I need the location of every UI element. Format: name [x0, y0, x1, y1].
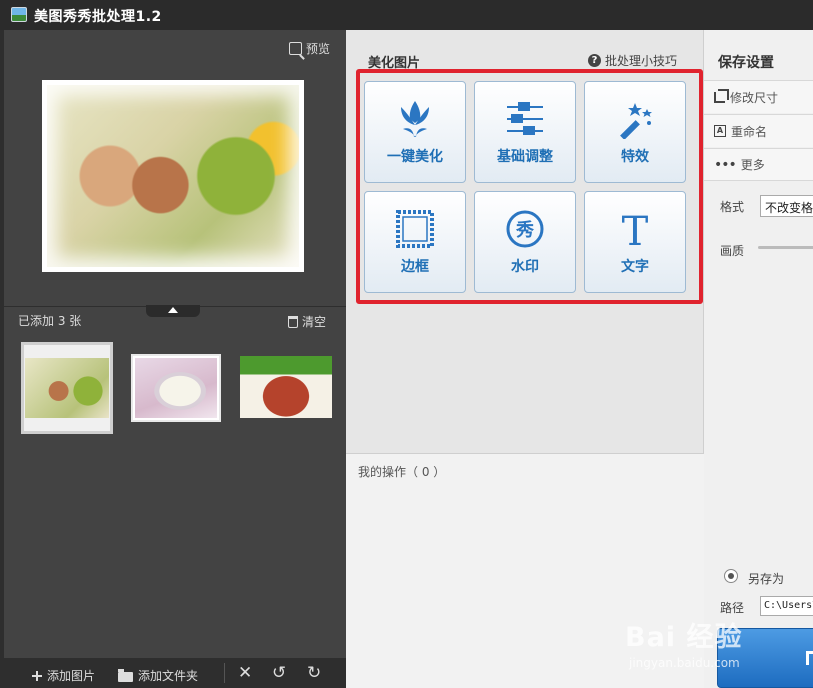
text-glyph: T: [622, 209, 649, 249]
tool-label: 特效: [621, 149, 649, 165]
format-select[interactable]: 不改变格式: [760, 195, 813, 217]
trash-icon: [287, 315, 298, 328]
tulip-icon: [365, 99, 465, 139]
save-button[interactable]: [717, 628, 813, 688]
preview-label: 预览: [305, 42, 330, 56]
preview-image: [47, 85, 299, 267]
left-panel: 预览 已添加 3 张 清空: [0, 30, 346, 688]
more-option[interactable]: ••• 更多: [704, 148, 813, 181]
thumbnail-dates[interactable]: [240, 356, 332, 418]
more-label: 更多: [740, 158, 765, 172]
basic-adjust-button[interactable]: 基础调整: [474, 81, 576, 183]
resize-option[interactable]: 修改尺寸: [704, 80, 813, 113]
right-panel: 保存设置 修改尺寸 A 重命名 ••• 更多 格式 不改变格式 画质 另存为 路…: [704, 30, 813, 688]
title-bar: 美图秀秀批处理1.2: [0, 0, 813, 30]
clear-label: 清空: [301, 315, 326, 329]
quality-slider[interactable]: [758, 246, 813, 249]
thumbnail-drinks[interactable]: [21, 342, 113, 434]
preview-magnifier-icon: [288, 42, 302, 55]
rotate-left-icon[interactable]: ↺: [272, 664, 286, 682]
add-image-label: 添加图片: [47, 669, 96, 683]
toolbar-separator: [224, 663, 225, 683]
operations-area: [346, 454, 704, 688]
tool-label: 边框: [401, 259, 429, 275]
quality-label: 画质: [720, 244, 745, 258]
tool-label: 基础调整: [497, 149, 553, 165]
thumbnail-image: [240, 356, 332, 418]
save-as-label: 另存为: [748, 572, 785, 586]
save-settings-title: 保存设置: [718, 55, 774, 71]
tool-label: 文字: [621, 259, 649, 275]
add-folder-button[interactable]: 添加文件夹: [118, 667, 198, 684]
preview-button[interactable]: 预览: [288, 40, 330, 57]
frame-button[interactable]: 边框: [364, 191, 466, 293]
rename-option[interactable]: A 重命名: [704, 114, 813, 147]
add-image-button[interactable]: 添加图片: [32, 667, 95, 684]
frame-icon: [365, 209, 465, 249]
rename-icon: A: [714, 125, 726, 137]
magic-wand-icon: [585, 99, 685, 139]
add-folder-label: 添加文件夹: [138, 669, 199, 683]
path-label: 路径: [720, 601, 745, 615]
rename-label: 重命名: [731, 124, 768, 139]
one-click-beautify-button[interactable]: 一键美化: [364, 81, 466, 183]
effects-button[interactable]: 特效: [584, 81, 686, 183]
text-icon: T: [585, 209, 685, 249]
plus-icon: [32, 670, 42, 681]
save-as-radio[interactable]: [724, 569, 738, 583]
collapse-toggle[interactable]: [146, 305, 200, 317]
thumbnail-yogurt[interactable]: [131, 354, 221, 422]
text-button[interactable]: T 文字: [584, 191, 686, 293]
resize-label: 修改尺寸: [730, 90, 779, 105]
thumbnail-image: [135, 358, 217, 418]
crop-icon: [714, 88, 729, 103]
added-count: 已添加 3 张: [18, 314, 82, 328]
watermark-button[interactable]: 秀 水印: [474, 191, 576, 293]
watermark-icon: 秀: [475, 209, 575, 249]
clear-button[interactable]: 清空: [287, 313, 326, 330]
window-title: 美图秀秀批处理1.2: [34, 9, 162, 25]
thumbnail-image: [25, 358, 109, 418]
bottom-toolbar: 添加图片 添加文件夹 ✕ ↺ ↻: [4, 658, 346, 688]
arrow-up-icon: [168, 307, 178, 313]
app-icon: [11, 7, 27, 22]
tool-label: 一键美化: [387, 149, 443, 165]
more-dots-icon: •••: [714, 156, 737, 173]
batch-tips-link[interactable]: ? 批处理小技巧: [587, 52, 677, 69]
folder-icon: [118, 668, 133, 682]
center-panel: 美化图片 ? 批处理小技巧 一键美化 基础调整 特效 边框 秀 水印 T 文字 …: [346, 30, 704, 688]
help-icon: ?: [587, 54, 601, 67]
format-label: 格式: [720, 200, 745, 214]
tool-label: 水印: [511, 259, 539, 275]
rotate-right-icon[interactable]: ↻: [307, 664, 321, 682]
save-glyph-icon: [806, 651, 813, 665]
my-operations-label: 我的操作（ 0 ）: [358, 465, 446, 479]
tips-label: 批处理小技巧: [604, 54, 677, 68]
sliders-icon: [475, 99, 575, 139]
preview-image-frame: [42, 80, 304, 272]
path-input[interactable]: C:\Users\: [760, 596, 813, 616]
watermark-glyph: 秀: [515, 220, 534, 241]
thumbnail-list: [21, 342, 343, 437]
delete-icon[interactable]: ✕: [238, 664, 252, 682]
